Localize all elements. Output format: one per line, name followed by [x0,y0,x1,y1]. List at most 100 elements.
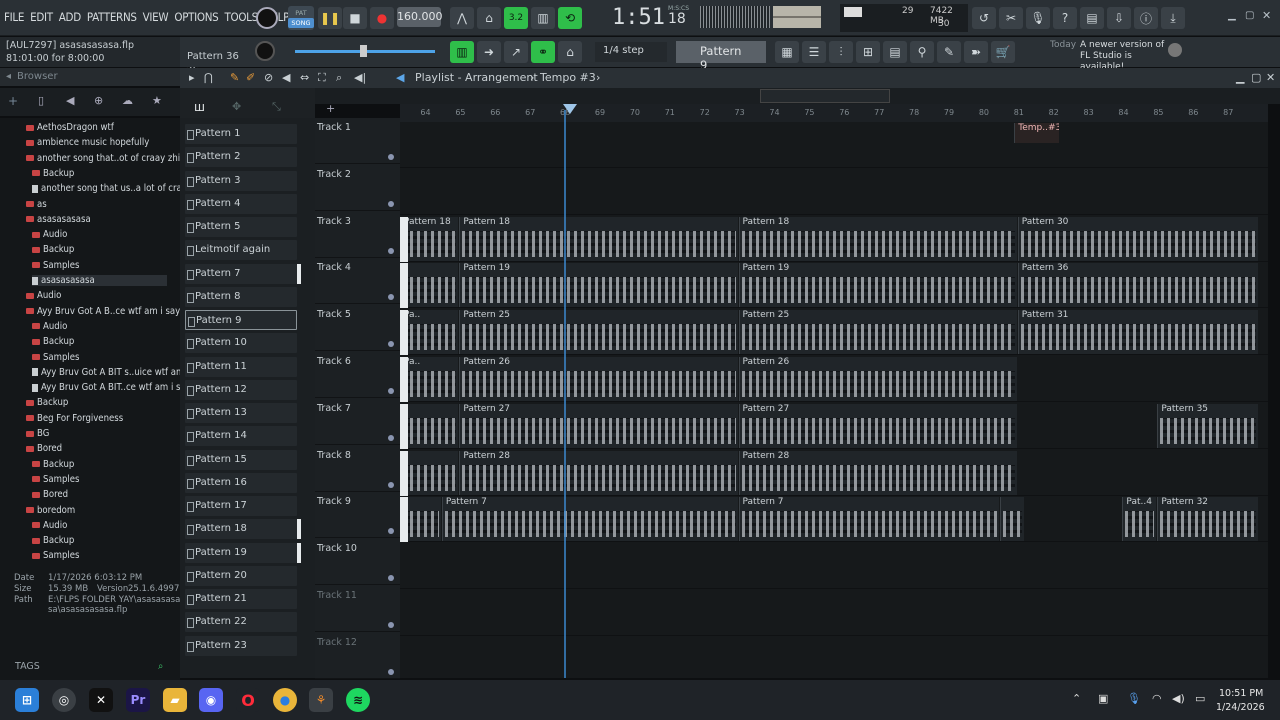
browser-item[interactable]: Ayy Bruv Got A B..ce wtf am i sayin [26,306,180,317]
track-lane[interactable] [400,637,1268,678]
browser-item[interactable]: AethosDragon wtf [26,122,114,133]
track-mute-icon[interactable] [388,622,394,628]
speaker-icon[interactable]: ◀ [66,94,74,107]
globe-icon[interactable]: ⊕ [94,94,103,107]
track-mute-icon[interactable] [388,388,394,394]
download-icon[interactable]: ⤓ [1161,7,1185,29]
track-lane[interactable] [400,543,1268,590]
pin-icon[interactable]: ⚲ [910,41,934,63]
metronome-icon[interactable]: ⋀ [450,7,474,29]
pattern-item[interactable]: Pattern 19 [185,542,301,563]
pattern-item[interactable]: Pattern 16 [185,472,297,493]
save-icon[interactable]: ▤ [1080,7,1104,29]
track-header[interactable]: Track 7 [315,399,400,445]
pattern-clip[interactable]: Pattern 35 [1157,403,1258,448]
playlist-min-button[interactable]: ▁ [1236,71,1244,84]
track-mute-icon[interactable] [388,154,394,160]
news-icon[interactable] [1168,43,1182,57]
pattern-clip[interactable]: Pa.. [400,357,459,401]
pattern-sort-icon[interactable]: ⤡ [272,100,281,114]
pattern-item[interactable]: Pattern 21 [185,589,297,609]
pattern-item[interactable]: Pattern 5 [185,217,297,237]
track-header[interactable]: Track 1 [315,118,400,164]
browser-item[interactable]: Bored [26,443,62,454]
tempo-display[interactable]: 160.000 [397,7,443,27]
menu-add[interactable]: ADD [59,10,81,24]
cursor-icon[interactable]: ✎ [937,41,961,63]
playlist-max-button[interactable]: ▢ [1251,71,1261,84]
pattern-item[interactable]: Pattern 10 [185,333,297,354]
browser-item[interactable]: asasasasasa [32,275,167,286]
track-mute-icon[interactable] [388,575,394,582]
pattern-item[interactable]: Pattern 2 [185,147,297,168]
clock-time[interactable]: 10:51 PM [1219,688,1263,699]
app-icon-flstudio[interactable]: ⚘ [309,688,333,712]
loop-record-icon[interactable]: ⟲ [558,7,582,29]
track-header[interactable]: Track 12 [315,633,400,679]
menu-tools[interactable]: TOOLS [224,10,258,24]
browser-item[interactable]: Samples [32,474,80,485]
pattern-item[interactable]: Pattern 1 [185,124,297,144]
start-icon[interactable]: ⊞ [15,688,39,712]
browser-item[interactable]: Samples [32,260,80,271]
pattern-item[interactable]: Pattern 22 [185,612,297,633]
app-icon-x[interactable]: ✕ [89,688,113,712]
app-icon-chrome[interactable]: ● [273,688,297,712]
track-header[interactable]: Track 11 [315,586,400,632]
tag-search-icon[interactable]: ⌕ [158,661,163,672]
track-mute-icon[interactable] [388,668,394,675]
pattern-clip[interactable]: Pattern 27 [738,403,1017,448]
pattern-item[interactable]: Pattern 4 [185,193,297,214]
pattern-clip[interactable]: Pattern 28 [459,450,738,495]
step-edit-icon[interactable]: ▥ [531,7,555,29]
menu-view[interactable]: VIEW [143,10,169,24]
volume-icon[interactable]: ◀) [1172,692,1185,705]
pattern-add-icon[interactable]: ✥ [232,100,241,113]
track-header[interactable]: Track 10 [315,539,400,586]
track-mute-icon[interactable] [388,434,394,441]
select-icon[interactable]: ⛶ [318,71,326,85]
playback-icon[interactable]: ◀| [354,71,366,84]
cut-icon[interactable]: ✂ [999,7,1023,29]
browser-item[interactable]: asasasasasa [26,214,91,225]
app-icon-opera[interactable]: O [236,688,260,712]
pattern-item[interactable]: Pattern 11 [185,356,297,377]
playhead-marker-icon[interactable] [563,104,577,114]
pattern-clip[interactable]: Pattern 27 [459,403,738,448]
bell-icon[interactable]: ⌂ [558,41,582,63]
minimize-button[interactable]: ▁ [1228,10,1236,21]
tray-chevron-icon[interactable]: ⌃ [1072,692,1081,705]
zoom-icon[interactable]: ⌕ [336,71,342,85]
pattern-clip[interactable]: Pattern 19 [459,263,738,308]
wifi-icon[interactable]: ◠ [1152,692,1162,705]
track-mute-icon[interactable] [388,200,394,207]
browser-item[interactable]: Bored [32,489,68,500]
browser-item[interactable]: BG [26,428,49,439]
paint-icon[interactable]: ✐ [246,71,255,84]
pattern-item[interactable]: Pattern 18 [185,519,301,540]
pattern-clip[interactable]: Pattern 28 [738,450,1017,495]
add-icon[interactable]: + [8,94,18,108]
browser-item[interactable]: boredom [26,505,75,516]
browser-item[interactable]: Ayy Bruv Got A BIT..ce wtf am i sayin_2 [32,382,180,393]
master-volume-knob[interactable] [256,7,278,29]
pattern-clip[interactable]: Pattern 7 [738,497,1000,542]
browser-icon[interactable]: ▤ [883,41,907,63]
pattern-clip[interactable]: Pattern 19 [738,263,1017,308]
arrow-icon[interactable]: ➽ [964,41,988,63]
next-icon[interactable]: ➜ [477,41,501,63]
pattern-clip[interactable]: Pattern 32 [1157,497,1258,542]
browser-item[interactable]: Backup [32,168,74,179]
playlist-arrow-icon[interactable]: ▸ [189,71,195,84]
pattern-picker-icon[interactable]: ш [194,100,205,114]
pattern-item[interactable]: Pattern 15 [185,449,297,470]
pencil-icon[interactable]: ✎ [230,71,239,84]
mute-icon[interactable]: ◀ [282,71,290,84]
play-button[interactable]: ❚❚ [318,7,342,29]
pattern-item[interactable]: Pattern 12 [185,379,297,400]
pattern-clip[interactable]: Temp..#3 [1014,123,1059,143]
playlist-icon[interactable]: ▥ [450,41,474,63]
browser-item[interactable]: Audio [32,229,67,240]
pattern-clip[interactable]: Pa.. [400,310,459,355]
record-button[interactable]: ● [370,7,394,29]
